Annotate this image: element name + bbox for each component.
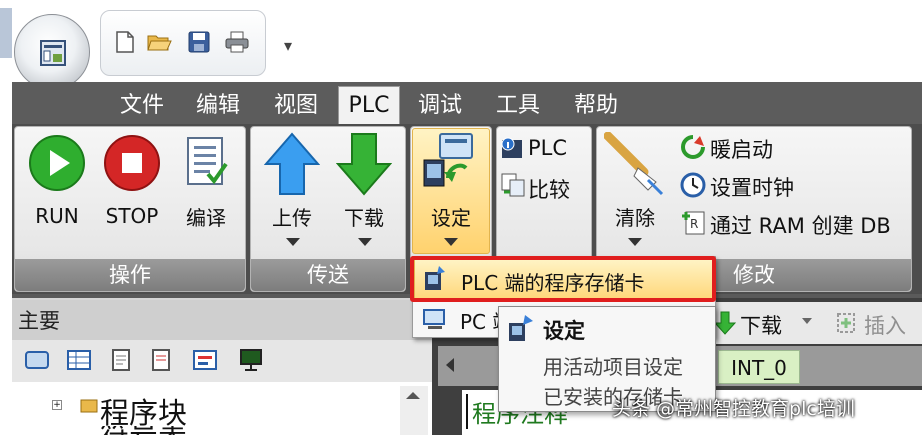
create-db-button[interactable]: 通过 RAM 创建 DB	[710, 210, 891, 240]
create-db-icon: R	[682, 211, 705, 235]
watermark-text: 头条 @常州智控教育plc培训	[612, 398, 855, 420]
tab-plc[interactable]: PLC	[338, 86, 400, 124]
pc-storage-icon	[423, 309, 445, 329]
monitor-icon[interactable]	[238, 348, 264, 372]
open-folder-icon[interactable]	[146, 30, 172, 54]
compile-icon	[187, 137, 228, 185]
list-view-icon[interactable]	[148, 348, 174, 372]
toolbar-download-button[interactable]: 下载	[740, 310, 782, 340]
compare-icon	[501, 173, 525, 197]
tree-expand-icon[interactable]: +	[52, 400, 62, 410]
warm-start-icon	[681, 135, 705, 159]
plc-info-icon	[501, 137, 522, 158]
download-arrow-icon	[336, 133, 392, 196]
tab-edit[interactable]: 编辑	[196, 90, 240, 122]
red-highlight-annotation	[410, 256, 716, 302]
set-clock-button[interactable]: 设置时钟	[710, 172, 794, 202]
operation-group-label: 操作	[15, 259, 245, 291]
run-button[interactable]: RUN	[24, 204, 90, 228]
ladder-app-icon	[40, 40, 66, 66]
clear-dropdown-arrow-icon[interactable]	[628, 238, 642, 246]
setting-submenu-title: 设定	[543, 319, 585, 343]
tab-scroll-left-icon[interactable]	[446, 358, 454, 372]
setting-submenu-icon	[509, 315, 533, 341]
setting-button[interactable]: 设定	[418, 202, 484, 231]
toolbar-download-dropdown-icon[interactable]	[802, 318, 812, 324]
clear-button[interactable]: 清除	[604, 202, 666, 231]
project-tree	[12, 382, 432, 435]
download-button[interactable]: 下载	[334, 202, 394, 231]
clear-brush-icon	[604, 132, 664, 196]
plc-info-button[interactable]: PLC	[528, 136, 567, 160]
set-clock-icon	[680, 172, 706, 198]
tab-debug[interactable]: 调试	[418, 90, 462, 122]
warm-start-button[interactable]: 暖启动	[710, 134, 773, 164]
upload-button[interactable]: 上传	[262, 202, 322, 231]
table-view-icon[interactable]	[66, 348, 92, 372]
save-icon[interactable]	[186, 30, 212, 54]
memory-card-setting-icon	[423, 133, 473, 187]
new-file-icon[interactable]	[112, 30, 138, 54]
compile-button[interactable]: 编译	[176, 202, 236, 231]
tab-tools[interactable]: 工具	[496, 90, 540, 122]
transfer-group-label: 传送	[251, 259, 405, 291]
customize-quick-access-icon[interactable]: ▾	[284, 36, 292, 55]
stop-icon	[104, 135, 160, 191]
tab-int-0[interactable]: INT_0	[718, 350, 800, 384]
form-view-icon[interactable]	[192, 348, 218, 372]
document-view-icon[interactable]	[108, 348, 134, 372]
print-icon[interactable]	[224, 30, 250, 54]
toolbar-download-icon	[714, 311, 736, 335]
setting-dropdown-arrow-icon[interactable]	[444, 238, 458, 246]
svg-text:R: R	[690, 217, 698, 231]
tree-item-next[interactable]: 符号表	[100, 426, 187, 435]
tab-file[interactable]: 文件	[120, 90, 164, 122]
scroll-up-icon[interactable]	[406, 392, 420, 399]
view-icon-1[interactable]	[24, 348, 50, 372]
submenu-item-active-project[interactable]: 用活动项目设定	[543, 351, 683, 380]
menu-item-pc-label: PC 端	[460, 310, 500, 334]
panel-header	[12, 300, 432, 340]
run-icon	[29, 135, 85, 191]
window-edge	[0, 8, 12, 58]
compare-button[interactable]: 比较	[528, 174, 570, 204]
download-dropdown-arrow-icon[interactable]	[358, 238, 372, 246]
upload-dropdown-arrow-icon[interactable]	[286, 238, 300, 246]
folder-icon	[80, 399, 98, 413]
panel-title: 主要	[18, 309, 60, 333]
toolbar-insert-button[interactable]: 插入	[864, 310, 906, 340]
stop-button[interactable]: STOP	[96, 204, 168, 228]
tab-view[interactable]: 视图	[274, 90, 318, 122]
tab-help[interactable]: 帮助	[574, 90, 618, 122]
upload-arrow-icon	[264, 132, 320, 195]
insert-icon	[837, 313, 855, 333]
